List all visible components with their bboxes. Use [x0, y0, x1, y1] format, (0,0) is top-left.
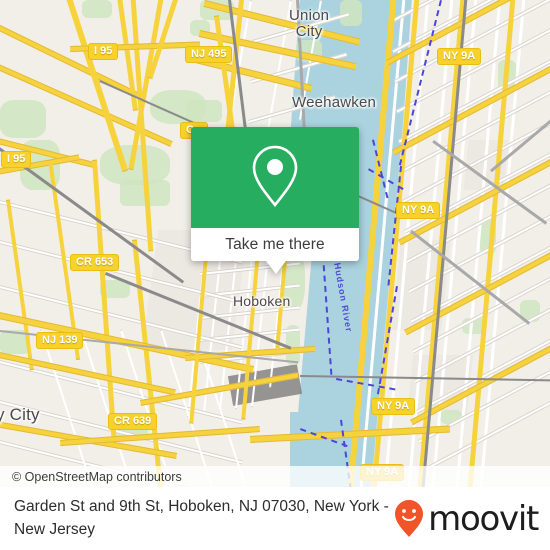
route-shield-ny9a-1[interactable]: NY 9A	[437, 48, 482, 65]
route-shield-cr639[interactable]: CR 639	[108, 413, 158, 430]
map-attribution: © OpenStreetMap contributors	[0, 466, 550, 487]
moovit-wordmark: moovit	[428, 498, 539, 539]
route-shield-ny9a-2[interactable]: NY 9A	[396, 202, 441, 219]
moovit-brand[interactable]: moovit	[394, 498, 539, 539]
map-pin-icon	[252, 145, 298, 207]
popup-action[interactable]: Take me there	[191, 228, 359, 274]
route-shield-nj495[interactable]: NJ 495	[185, 46, 233, 63]
route-shield-i95-west[interactable]: I 95	[1, 151, 32, 168]
location-popup-card[interactable]: Take me there	[191, 127, 359, 274]
route-shield-ny9a-3[interactable]: NY 9A	[371, 398, 416, 415]
popup-tail	[266, 261, 286, 274]
route-shield-nj139[interactable]: NJ 139	[36, 332, 84, 349]
attribution-text[interactable]: © OpenStreetMap contributors	[0, 470, 182, 484]
popup-header	[191, 127, 359, 228]
map-canvas[interactable]: Hudson River Union City Weehawken Hoboke…	[0, 0, 550, 487]
moovit-pin-smiley-icon	[395, 499, 424, 537]
route-shield-i95-north[interactable]: I 95	[88, 43, 119, 60]
route-shield-cr653[interactable]: CR 653	[70, 254, 120, 271]
moovit-map-screenshot: Hudson River Union City Weehawken Hoboke…	[0, 0, 550, 550]
take-me-there-label: Take me there	[225, 235, 325, 253]
location-title: Garden St and 9th St, Hoboken, NJ 07030,…	[14, 498, 389, 538]
footer-bar: Garden St and 9th St, Hoboken, NJ 07030,…	[0, 487, 550, 550]
